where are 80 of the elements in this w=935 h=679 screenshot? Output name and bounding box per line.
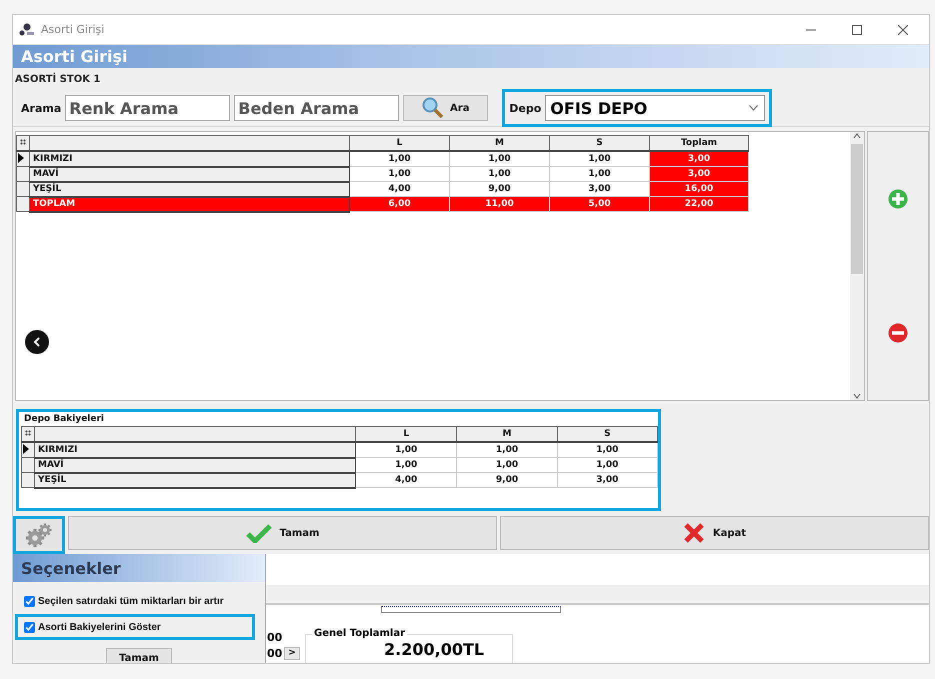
table-cell: 1,00 (350, 151, 450, 166)
table-cell: 1,00 (456, 458, 558, 472)
column-header: M (450, 136, 550, 151)
panel-title: Depo Bakiyeleri (23, 414, 106, 424)
total-cell: 22,00 (650, 196, 748, 212)
close-dialog-button[interactable]: Kapat (500, 516, 929, 550)
maximize-icon (852, 24, 862, 34)
totals-title: Genel Toplamlar (312, 628, 408, 640)
scroll-down-icon (853, 392, 861, 400)
cross-icon (682, 522, 705, 544)
table-cell: 4,00 (350, 182, 450, 196)
popup-ok-button[interactable]: Tamam (106, 648, 172, 663)
size-search-field[interactable]: Beden Arama (234, 95, 400, 121)
table-cell: 11,00 (450, 196, 550, 212)
column-header: L (356, 426, 457, 442)
option-label: Seçilen satırdaki tüm miktarları bir artır (38, 596, 224, 606)
table-cell: 1,00 (356, 458, 457, 472)
section-label: ASORTİ STOK 1 (15, 74, 100, 84)
row-name-cell: KIRMIZI (34, 442, 356, 458)
table-cell: 1,00 (550, 151, 650, 166)
popup-title: Seçenekler (21, 558, 121, 578)
next-button[interactable]: > (284, 647, 300, 660)
column-header: S (557, 426, 658, 442)
checkmark-icon (246, 523, 272, 543)
totals-value: 2.200,00TL (384, 641, 484, 659)
column-header: S (550, 136, 650, 151)
total-cell: 3,00 (650, 151, 748, 166)
table-cell: 1,00 (350, 166, 450, 182)
column-header: L (350, 136, 450, 151)
table-cell: 1,00 (450, 166, 550, 182)
chevron-left-icon (32, 337, 42, 347)
header-title: Asorti Girişi (21, 47, 128, 66)
depot-label: Depo (509, 102, 542, 114)
table-cell: 1,00 (456, 442, 558, 458)
search-button[interactable]: Ara (403, 95, 488, 121)
table-cell: 3,00 (550, 182, 650, 196)
table-cell: 3,00 (557, 472, 658, 488)
dropdown-bar[interactable] (381, 606, 561, 613)
settings-button[interactable] (13, 516, 65, 554)
current-row-icon (22, 444, 30, 454)
color-search-field[interactable]: Renk Arama (65, 95, 230, 121)
value-text: 00 (267, 632, 282, 644)
scrollbar[interactable] (850, 132, 864, 400)
close-icon (898, 24, 908, 34)
value-text: 00 (267, 648, 282, 660)
checkbox[interactable] (24, 622, 35, 632)
search-icon (422, 97, 444, 119)
chevron-down-icon (749, 105, 758, 111)
table-cell: 1,00 (557, 442, 658, 458)
current-row-icon (17, 152, 25, 162)
grid-handle-icon (25, 430, 32, 436)
plus-icon (888, 189, 908, 209)
option-label: Asorti Bakiyelerini Göster (38, 622, 161, 632)
table-cell: 1,00 (557, 458, 658, 472)
grid-handle-icon (20, 139, 26, 145)
table-cell: 1,00 (450, 151, 550, 166)
ok-button[interactable]: Tamam (68, 516, 497, 550)
total-cell: 16,00 (650, 182, 748, 196)
scroll-up-icon (853, 132, 861, 140)
total-cell: 3,00 (650, 166, 748, 182)
search-label: Arama (21, 102, 62, 114)
add-button[interactable] (888, 189, 908, 209)
back-button[interactable] (25, 330, 49, 354)
minimize-icon (806, 28, 816, 30)
window-title: Asorti Girişi (41, 23, 106, 36)
row-name-cell: KIRMIZI (30, 151, 350, 166)
table-cell: 1,00 (356, 442, 457, 458)
table-cell: 5,00 (550, 196, 650, 212)
column-header: M (456, 426, 558, 442)
remove-button[interactable] (888, 323, 908, 343)
table-cell: 9,00 (450, 182, 550, 196)
minus-icon (888, 323, 908, 343)
table-cell: 1,00 (550, 166, 650, 182)
table-cell: 9,00 (456, 472, 558, 488)
column-header: Toplam (650, 136, 748, 151)
app-icon (19, 22, 35, 36)
table-cell: 6,00 (350, 196, 450, 212)
depot-dropdown[interactable]: OFIS DEPO (545, 95, 766, 121)
checkbox[interactable] (24, 596, 35, 606)
table-cell: 4,00 (356, 472, 457, 488)
